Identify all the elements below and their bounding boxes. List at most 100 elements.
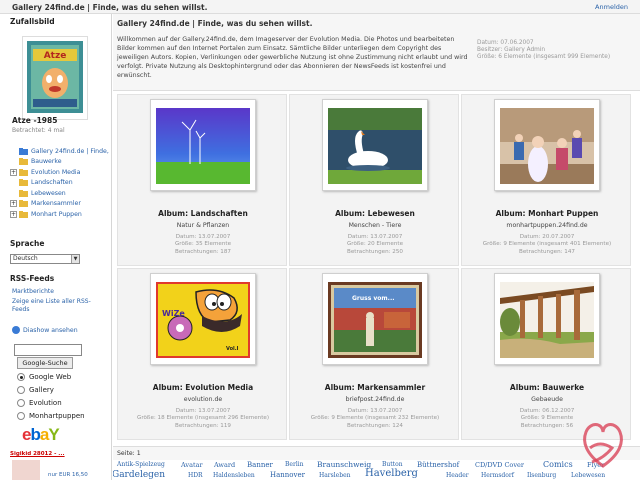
album-title[interactable]: Album: Markensammler: [290, 383, 460, 392]
ebay-logo[interactable]: ebaY: [22, 425, 60, 445]
gallery-date: Datum: 07.06.2007: [477, 40, 534, 46]
tree-item-landschaften[interactable]: Landschaften: [10, 178, 110, 189]
tag-link[interactable]: Comics: [543, 460, 573, 469]
radio-icon[interactable]: [17, 386, 25, 394]
tree-item-monhart-puppen[interactable]: + Monhart Puppen: [10, 209, 110, 220]
album-description: monhartpuppen.24find.de: [506, 222, 588, 229]
search-option-monhartpuppen[interactable]: Monhartpuppen: [17, 412, 85, 420]
tag-link[interactable]: Haldensleben: [213, 472, 255, 479]
rss-link-marktberichte[interactable]: Marktberichte: [12, 288, 104, 296]
random-image[interactable]: Atze: [22, 36, 88, 120]
expand-icon[interactable]: +: [10, 168, 17, 176]
ebay-item-link[interactable]: Sigikid 28012 - ...: [10, 451, 65, 457]
album-size: Größe: 35 Elemente: [174, 241, 232, 248]
album-date: Datum: 13.07.2007: [175, 408, 231, 414]
tag-link[interactable]: Lebewesen: [571, 472, 605, 479]
album-views: Betrachtungen: 250: [347, 248, 403, 255]
rss-heading: RSS-Feeds: [10, 274, 55, 283]
expand-icon[interactable]: +: [10, 210, 17, 218]
tag-link[interactable]: Banner: [247, 461, 273, 469]
tree-item-bauwerke[interactable]: Bauwerke: [10, 157, 110, 168]
tag-link[interactable]: CD/DVD Cover: [475, 461, 524, 469]
album-meta: Datum: 13.07.2007 Größe: 9 Elemente (ins…: [290, 408, 460, 430]
random-image-heading: Zufallsbild: [10, 17, 55, 26]
gallery-size: Größe: 6 Elemente (insgesamt 999 Element…: [477, 54, 611, 60]
album-size: Größe: 9 Elemente (insgesamt 401 Element…: [482, 241, 612, 248]
tag-link[interactable]: Hannover: [270, 471, 305, 479]
tree-item-root[interactable]: Gallery 24find.de | Finde,: [10, 146, 110, 157]
tag-link[interactable]: Ilsenburg: [527, 472, 556, 479]
album-description: evolution.de: [183, 396, 223, 403]
tree-item-label: Gallery 24find.de | Finde,: [31, 147, 109, 155]
language-select[interactable]: Deutsch ▼: [10, 254, 80, 264]
tag-link[interactable]: Gardelegen: [113, 470, 165, 480]
pergola-photo: [500, 282, 594, 358]
search-option-label: Monhartpuppen: [29, 412, 85, 420]
postcard-photo: Gruss vom...: [328, 282, 422, 358]
top-bar: Gallery 24find.de | Finde, was du sehen …: [0, 0, 640, 14]
tag-link[interactable]: Button: [382, 461, 403, 468]
tag-link[interactable]: Havelberg: [365, 468, 418, 479]
slideshow-label: Diashow ansehen: [23, 326, 78, 334]
album-thumb[interactable]: [494, 273, 600, 365]
slideshow-link[interactable]: Diashow ansehen: [12, 326, 78, 334]
search-option-evolution[interactable]: Evolution: [17, 399, 62, 407]
tree-item-lebewesen[interactable]: Lebewesen: [10, 188, 110, 199]
random-image-title[interactable]: Atze -1985: [12, 116, 57, 125]
search-option-gallery[interactable]: Gallery: [17, 386, 54, 394]
album-thumb[interactable]: Gruss vom...: [322, 273, 428, 365]
login-link[interactable]: Anmelden: [595, 3, 628, 11]
slideshow-icon: [12, 326, 20, 334]
tag-link[interactable]: Hermsdorf: [481, 472, 514, 479]
album-meta: Datum: 13.07.2007 Größe: 20 Elemente Bet…: [290, 234, 460, 256]
ebay-item-price: nur EUR 16,50: [48, 472, 88, 478]
album-title[interactable]: Album: Bauwerke: [462, 383, 632, 392]
album-thumb[interactable]: [322, 99, 428, 191]
album-card-landschaften: Album: Landschaften Natur & Pflanzen Dat…: [117, 94, 287, 266]
album-title[interactable]: Album: Landschaften: [118, 209, 288, 218]
radio-icon[interactable]: [17, 399, 25, 407]
search-option-google-web[interactable]: Google Web: [17, 373, 71, 381]
album-title[interactable]: Album: Monhart Puppen: [462, 209, 632, 218]
album-size: Größe: 20 Elemente: [346, 241, 404, 248]
rss-link-all-feeds[interactable]: Zeige eine Liste aller RSS-Feeds: [12, 298, 104, 314]
tag-link[interactable]: Berlin: [285, 461, 304, 468]
radio-icon[interactable]: [17, 373, 25, 381]
site-title: Gallery 24find.de | Finde, was du sehen …: [12, 3, 208, 12]
tag-link[interactable]: Award: [214, 461, 235, 469]
album-title[interactable]: Album: Evolution Media: [118, 383, 288, 392]
gallery-icon: [19, 147, 28, 155]
expand-icon[interactable]: +: [10, 200, 17, 208]
album-title[interactable]: Album: Lebewesen: [290, 209, 460, 218]
gallery-title: Gallery 24find.de | Finde, was du sehen …: [117, 19, 313, 28]
tag-link[interactable]: Harsleben: [319, 472, 350, 479]
album-thumb[interactable]: WiZe Vol.I: [150, 273, 256, 365]
tag-link[interactable]: Antik-Spielzeug: [117, 461, 165, 468]
tag-link[interactable]: Avatar: [181, 461, 203, 469]
dolls-photo: [500, 108, 594, 184]
tree-item-label: Bauwerke: [31, 158, 62, 166]
album-date: Datum: 13.07.2007: [347, 408, 403, 414]
album-grid: Album: Landschaften Natur & Pflanzen Dat…: [117, 94, 633, 446]
swan-photo: [328, 108, 422, 184]
ebay-item-thumb[interactable]: [12, 460, 40, 480]
tree-item-label: Markensammler: [31, 200, 81, 208]
folder-icon: [19, 158, 28, 166]
folder-icon: [19, 200, 28, 208]
google-search-button[interactable]: Google-Suche: [17, 357, 73, 369]
tree-item-markensammler[interactable]: + Markensammler: [10, 199, 110, 210]
search-input[interactable]: [14, 344, 82, 356]
folder-icon: [19, 179, 28, 187]
album-thumb[interactable]: [150, 99, 256, 191]
album-thumb[interactable]: [494, 99, 600, 191]
album-views: Betrachtungen: 124: [347, 422, 403, 429]
radio-icon[interactable]: [17, 412, 25, 420]
tag-link[interactable]: Braunschweig: [317, 460, 371, 469]
tag-link[interactable]: Header: [446, 472, 469, 479]
tag-link[interactable]: Büttnershof: [417, 461, 459, 469]
search-option-label: Google Web: [29, 373, 72, 381]
svg-text:WiZe: WiZe: [162, 309, 185, 318]
tree-item-evolution-media[interactable]: + Evolution Media: [10, 167, 110, 178]
sidebar: Zufallsbild Atze Atze -1985 Betrachtet: …: [0, 14, 112, 480]
tag-link[interactable]: HDR: [188, 472, 203, 479]
